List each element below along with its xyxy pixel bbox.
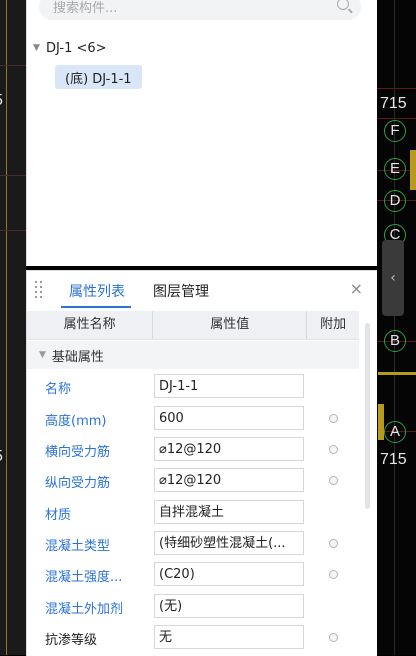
component-tree-panel: ▼ DJ-1 <6> (底) DJ-1-1 xyxy=(26,0,377,266)
extra-checkbox[interactable] xyxy=(329,633,338,642)
grid-line xyxy=(376,88,416,89)
cad-element xyxy=(378,404,384,440)
dimension-text: 715 xyxy=(380,95,407,112)
table-row: 名称 DJ-1-1 xyxy=(27,371,359,402)
search-icon[interactable] xyxy=(337,0,349,10)
table-row: 混凝土类型 (特细砂塑性混凝土(... xyxy=(27,528,359,559)
tree-node-child[interactable]: (底) DJ-1-1 xyxy=(55,65,142,89)
active-tab-indicator xyxy=(61,306,131,308)
property-name: 混凝土强度... xyxy=(45,570,123,585)
group-row-basic[interactable]: ▼ 基础属性 xyxy=(27,341,359,369)
axis-label-a: A xyxy=(384,421,406,443)
column-header-extra: 附加 xyxy=(320,317,347,332)
extra-checkbox[interactable] xyxy=(329,570,338,579)
column-header-value: 属性值 xyxy=(153,311,308,339)
table-row: 混凝土外加剂 (无) xyxy=(27,591,359,622)
property-name: 高度(mm) xyxy=(45,414,107,429)
property-name: 材质 xyxy=(45,508,72,523)
tree-node-label: DJ-1 <6> xyxy=(46,40,107,56)
tab-property-list[interactable]: 属性列表 xyxy=(69,281,125,301)
collapse-arrow-icon[interactable]: ▼ xyxy=(39,350,46,360)
property-value-field[interactable]: DJ-1-1 xyxy=(154,374,304,398)
property-value-field[interactable]: (特细砂塑性混凝土(... xyxy=(154,531,304,555)
property-value-field[interactable]: ⌀12@120 xyxy=(154,437,304,461)
axis-label-f: F xyxy=(384,120,406,142)
panel-collapse-handle[interactable]: ‹ xyxy=(382,240,404,316)
property-name: 纵向受力筋 xyxy=(45,476,111,491)
property-value-field[interactable]: 自拌混凝土 xyxy=(154,500,304,524)
cad-element xyxy=(410,150,416,190)
grid-line xyxy=(0,230,26,231)
column-header-name: 属性名称 xyxy=(27,311,154,339)
cad-canvas-left[interactable]: 5 5 xyxy=(0,0,26,655)
cad-element xyxy=(378,372,416,375)
vertical-scrollbar[interactable] xyxy=(365,323,370,509)
table-row: 抗渗等级 无 xyxy=(27,622,359,653)
axis-label-e: E xyxy=(384,158,406,180)
extra-checkbox[interactable] xyxy=(329,539,338,548)
property-value-field[interactable]: (C20) xyxy=(154,562,304,586)
grid-line xyxy=(0,65,26,66)
extra-checkbox[interactable] xyxy=(329,414,338,423)
table-header: 属性名称 属性值 附加 xyxy=(27,311,359,340)
table-row: 高度(mm) 600 xyxy=(27,403,359,434)
dimension-text: 5 xyxy=(0,448,3,466)
table-row: 纵向受力筋 ⌀12@120 xyxy=(27,465,359,496)
panel-tabs: 属性列表 图层管理 × xyxy=(27,271,377,309)
close-icon[interactable]: × xyxy=(350,279,363,298)
table-row: 混凝土强度... (C20) xyxy=(27,559,359,590)
tree-node-root[interactable]: ▼ DJ-1 <6> xyxy=(33,38,107,58)
property-name: 混凝土类型 xyxy=(45,539,111,554)
property-name: 名称 xyxy=(45,382,72,397)
property-name: 混凝土外加剂 xyxy=(45,602,124,617)
grid-line xyxy=(6,0,7,655)
property-value-field[interactable]: ⌀12@120 xyxy=(154,468,304,492)
property-value-field[interactable]: (无) xyxy=(154,594,304,618)
dimension-text: 715 xyxy=(380,451,407,468)
properties-panel: 属性列表 图层管理 × 属性名称 属性值 附加 ▼ 基础属性 名称 DJ-1-1… xyxy=(26,270,377,656)
search-input[interactable] xyxy=(51,0,325,18)
property-value-field[interactable]: 600 xyxy=(154,406,304,430)
table-row: 材质 自拌混凝土 xyxy=(27,497,359,528)
cad-canvas-right[interactable]: 715 715 F E D C B A xyxy=(376,0,416,655)
axis-label-d: D xyxy=(384,190,406,212)
tab-layer-management[interactable]: 图层管理 xyxy=(153,281,209,301)
extra-checkbox[interactable] xyxy=(329,476,338,485)
drag-handle-icon[interactable] xyxy=(35,281,45,299)
group-label: 基础属性 xyxy=(51,349,104,365)
property-name: 横向受力筋 xyxy=(45,445,111,460)
axis-label-b: B xyxy=(384,330,406,352)
property-name: 抗渗等级 xyxy=(45,633,98,648)
table-row: 横向受力筋 ⌀12@120 xyxy=(27,434,359,465)
dimension-text: 5 xyxy=(0,92,3,110)
grid-line xyxy=(0,175,26,176)
property-value-field[interactable]: 无 xyxy=(154,625,304,649)
grid-line xyxy=(376,118,416,119)
extra-checkbox[interactable] xyxy=(329,445,338,454)
expand-arrow-icon[interactable]: ▼ xyxy=(33,43,43,53)
search-box xyxy=(39,0,361,20)
